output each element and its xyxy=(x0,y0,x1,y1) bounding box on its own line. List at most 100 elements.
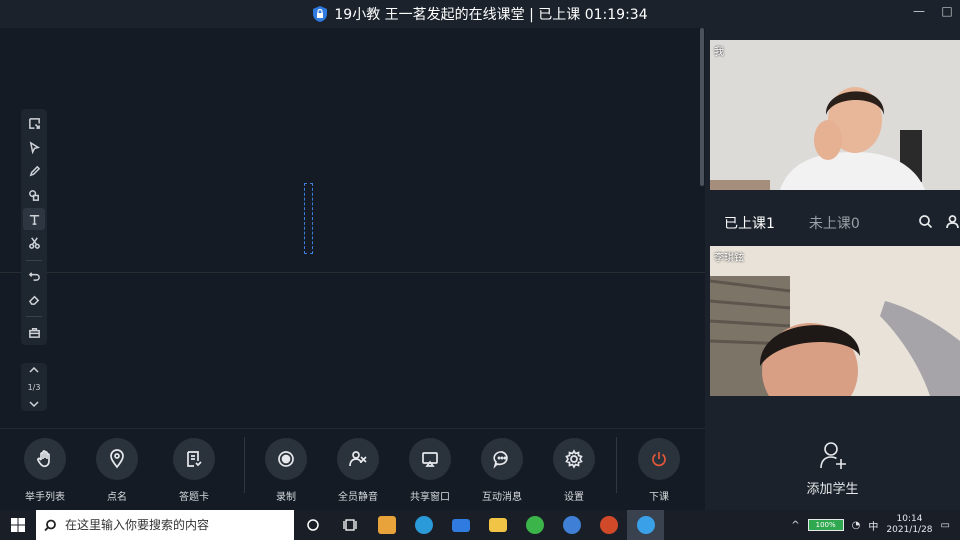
undo-icon xyxy=(28,272,40,281)
notification-icon[interactable]: ▭ xyxy=(941,520,950,531)
chevron-up-icon[interactable]: ^ xyxy=(791,520,799,531)
end-class-label: 下课 xyxy=(649,492,669,503)
classroom-app[interactable] xyxy=(627,510,664,540)
mute-all-icon xyxy=(349,451,367,467)
tool-shapes[interactable] xyxy=(23,184,45,206)
mail-app[interactable] xyxy=(442,510,479,540)
chevron-down-icon[interactable] xyxy=(29,401,39,407)
search-icon xyxy=(44,519,56,531)
taskbar: ^ 100% ◔ 中 10:14 2021/1/28 ▭ xyxy=(0,510,960,540)
task-view-button[interactable] xyxy=(331,510,368,540)
messages-button[interactable]: 互动消息 xyxy=(472,438,532,503)
store-icon xyxy=(377,516,396,534)
cortana-button[interactable] xyxy=(294,510,331,540)
shield-icon xyxy=(313,6,328,22)
chat-bubble-icon xyxy=(493,451,508,469)
pointer-icon xyxy=(29,141,40,155)
tool-toolbox[interactable] xyxy=(23,321,45,343)
explorer-app[interactable] xyxy=(479,510,516,540)
tool-pen[interactable] xyxy=(23,161,45,183)
attendance-tabs: 已上课1 未上课0 xyxy=(705,200,960,246)
whiteboard[interactable] xyxy=(0,28,705,428)
add-student-button[interactable]: 添加学生 xyxy=(705,438,960,497)
drawing-toolbar xyxy=(21,109,47,345)
chevron-up-icon[interactable] xyxy=(29,367,39,373)
tool-undo[interactable] xyxy=(23,265,45,287)
mail-icon xyxy=(451,518,470,532)
messages-label: 互动消息 xyxy=(482,492,522,503)
title-bar: 19小教 王一茗发起的在线课堂 | 已上课 01:19:34 — □ xyxy=(0,0,960,28)
tool-cut[interactable] xyxy=(23,232,45,254)
powerpoint-app[interactable] xyxy=(590,510,627,540)
edge-app[interactable] xyxy=(405,510,442,540)
answer-card-icon xyxy=(187,451,202,467)
student-video-feed xyxy=(710,246,960,396)
student-video-label: 李琪铉 xyxy=(714,253,744,264)
share-window-label: 共享窗口 xyxy=(410,492,450,503)
battery-indicator[interactable]: 100% xyxy=(807,519,844,531)
whiteboard-scrollbar[interactable] xyxy=(700,28,704,186)
taskbar-search[interactable] xyxy=(36,510,294,540)
page-indicator: 1/3 xyxy=(27,382,41,392)
start-button[interactable] xyxy=(0,510,36,540)
edge-icon xyxy=(414,516,433,534)
wechat-icon xyxy=(525,516,544,534)
window-title-text: 19小教 王一茗发起的在线课堂 | 已上课 01:19:34 xyxy=(334,7,648,23)
control-divider xyxy=(616,437,617,493)
eraser-icon xyxy=(28,295,39,305)
clock[interactable]: 10:14 2021/1/28 xyxy=(886,514,932,536)
mute-all-button[interactable]: 全员静音 xyxy=(328,438,388,503)
store-app[interactable] xyxy=(368,510,405,540)
battery-level: 100% xyxy=(815,521,836,529)
settings-button[interactable]: 设置 xyxy=(544,438,604,503)
user-icon[interactable] xyxy=(945,214,960,229)
power-icon xyxy=(652,452,666,467)
gear-icon xyxy=(565,449,583,469)
self-video-feed xyxy=(710,40,960,190)
window-title: 19小教 王一茗发起的在线课堂 | 已上课 01:19:34 xyxy=(312,4,648,24)
search-icon[interactable] xyxy=(918,214,933,229)
wifi-icon[interactable]: ◔ xyxy=(852,520,861,531)
tab-in-class[interactable]: 已上课1 xyxy=(724,213,775,233)
record-icon xyxy=(278,451,294,467)
clock-date: 2021/1/28 xyxy=(886,525,933,535)
whiteboard-divider xyxy=(0,272,705,273)
student-video[interactable]: 李琪铉 xyxy=(710,246,960,396)
tab-not-in-class[interactable]: 未上课0 xyxy=(809,213,860,233)
control-divider xyxy=(244,437,245,493)
app-blue[interactable] xyxy=(553,510,590,540)
raise-hand-label: 举手列表 xyxy=(25,492,65,503)
minimize-button[interactable]: — xyxy=(912,4,926,18)
roll-call-button[interactable]: 点名 xyxy=(87,438,147,503)
self-video-label: 我 xyxy=(714,47,724,58)
shapes-icon xyxy=(28,189,39,201)
clock-time: 10:14 xyxy=(896,514,923,524)
share-window-button[interactable]: 共享窗口 xyxy=(400,438,460,503)
screen-share-icon xyxy=(422,452,438,467)
app-blue-icon xyxy=(562,516,581,534)
pen-icon xyxy=(29,165,40,177)
record-label: 录制 xyxy=(276,492,296,503)
folder-icon xyxy=(488,518,507,532)
record-button[interactable]: 录制 xyxy=(256,438,316,503)
scissors-icon xyxy=(28,237,40,250)
self-video[interactable]: 我 xyxy=(710,40,960,190)
select-area-icon xyxy=(28,118,40,130)
answer-card-button[interactable]: 答题卡 xyxy=(164,438,224,503)
maximize-button[interactable]: □ xyxy=(940,4,954,18)
wechat-app[interactable] xyxy=(516,510,553,540)
tool-select-area[interactable] xyxy=(23,113,45,135)
tool-text[interactable] xyxy=(23,208,45,230)
tool-eraser[interactable] xyxy=(23,288,45,310)
add-student-label: 添加学生 xyxy=(806,482,859,497)
hand-icon xyxy=(37,450,50,468)
raise-hand-button[interactable]: 举手列表 xyxy=(15,438,75,503)
roll-call-label: 点名 xyxy=(107,492,127,503)
toolbar-divider xyxy=(26,316,42,318)
end-class-button[interactable]: 下课 xyxy=(629,438,689,503)
tool-pointer[interactable] xyxy=(23,137,45,159)
ime-indicator[interactable]: 中 xyxy=(868,518,878,533)
task-view-icon xyxy=(342,519,357,531)
text-cursor-box[interactable] xyxy=(304,183,313,254)
taskbar-search-input[interactable] xyxy=(65,518,285,532)
